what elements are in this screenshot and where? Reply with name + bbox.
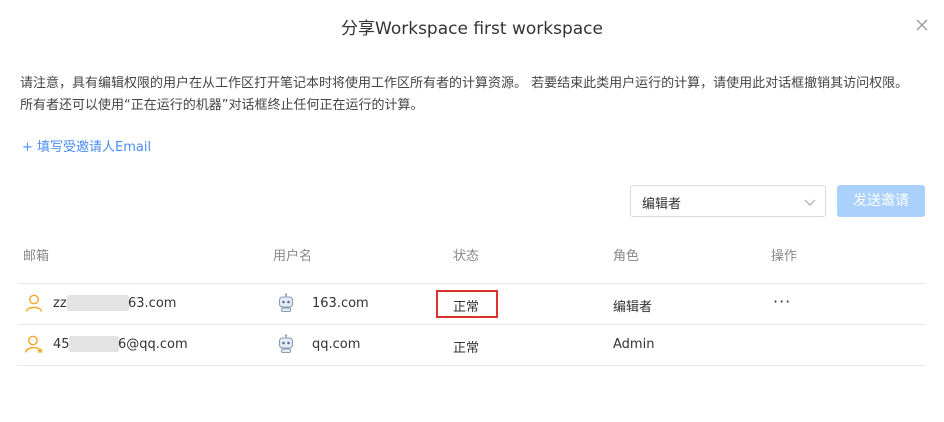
column-header-email: 邮箱 bbox=[23, 249, 50, 264]
more-actions-button[interactable]: ··· bbox=[773, 293, 791, 311]
permission-notice: 请注意，具有编辑权限的用户在从工作区打开笔记本时将使用工作区所有者的计算资源。 … bbox=[20, 76, 909, 113]
role-text: 编辑者 bbox=[613, 300, 653, 315]
status-text: 正常 bbox=[453, 341, 480, 356]
role-select-value: 编辑者 bbox=[642, 197, 682, 212]
status-text: 正常 bbox=[453, 300, 480, 315]
user-icon bbox=[25, 294, 43, 312]
row-divider bbox=[18, 365, 925, 366]
username: qq.com bbox=[312, 337, 361, 352]
username: 163.com bbox=[312, 296, 369, 311]
robot-avatar-icon bbox=[278, 293, 294, 312]
email-prefix: 45 bbox=[53, 337, 70, 352]
role-text: Admin bbox=[613, 337, 655, 352]
table-header-divider bbox=[18, 283, 925, 284]
redacted-email-block bbox=[69, 336, 119, 352]
column-header-status: 状态 bbox=[453, 249, 480, 264]
robot-avatar-icon bbox=[278, 334, 294, 353]
dialog-title: 分享Workspace first workspace bbox=[341, 19, 603, 39]
owner-user-icon bbox=[24, 335, 44, 354]
email-prefix: zz bbox=[53, 296, 67, 311]
row-divider bbox=[18, 324, 925, 325]
send-invite-button[interactable]: 发送邀请 bbox=[837, 185, 925, 217]
redacted-email-block bbox=[67, 295, 129, 311]
chevron-down-icon bbox=[804, 199, 816, 206]
column-header-actions: 操作 bbox=[771, 249, 798, 264]
column-header-role: 角色 bbox=[613, 249, 640, 264]
role-select[interactable]: 编辑者 bbox=[630, 185, 826, 217]
email-suffix: 6@qq.com bbox=[118, 337, 188, 352]
email-suffix: 63.com bbox=[128, 296, 177, 311]
add-invitee-email-link[interactable]: + 填写受邀请人Email bbox=[22, 136, 151, 155]
column-header-username: 用户名 bbox=[273, 249, 313, 264]
close-icon[interactable] bbox=[913, 16, 931, 34]
